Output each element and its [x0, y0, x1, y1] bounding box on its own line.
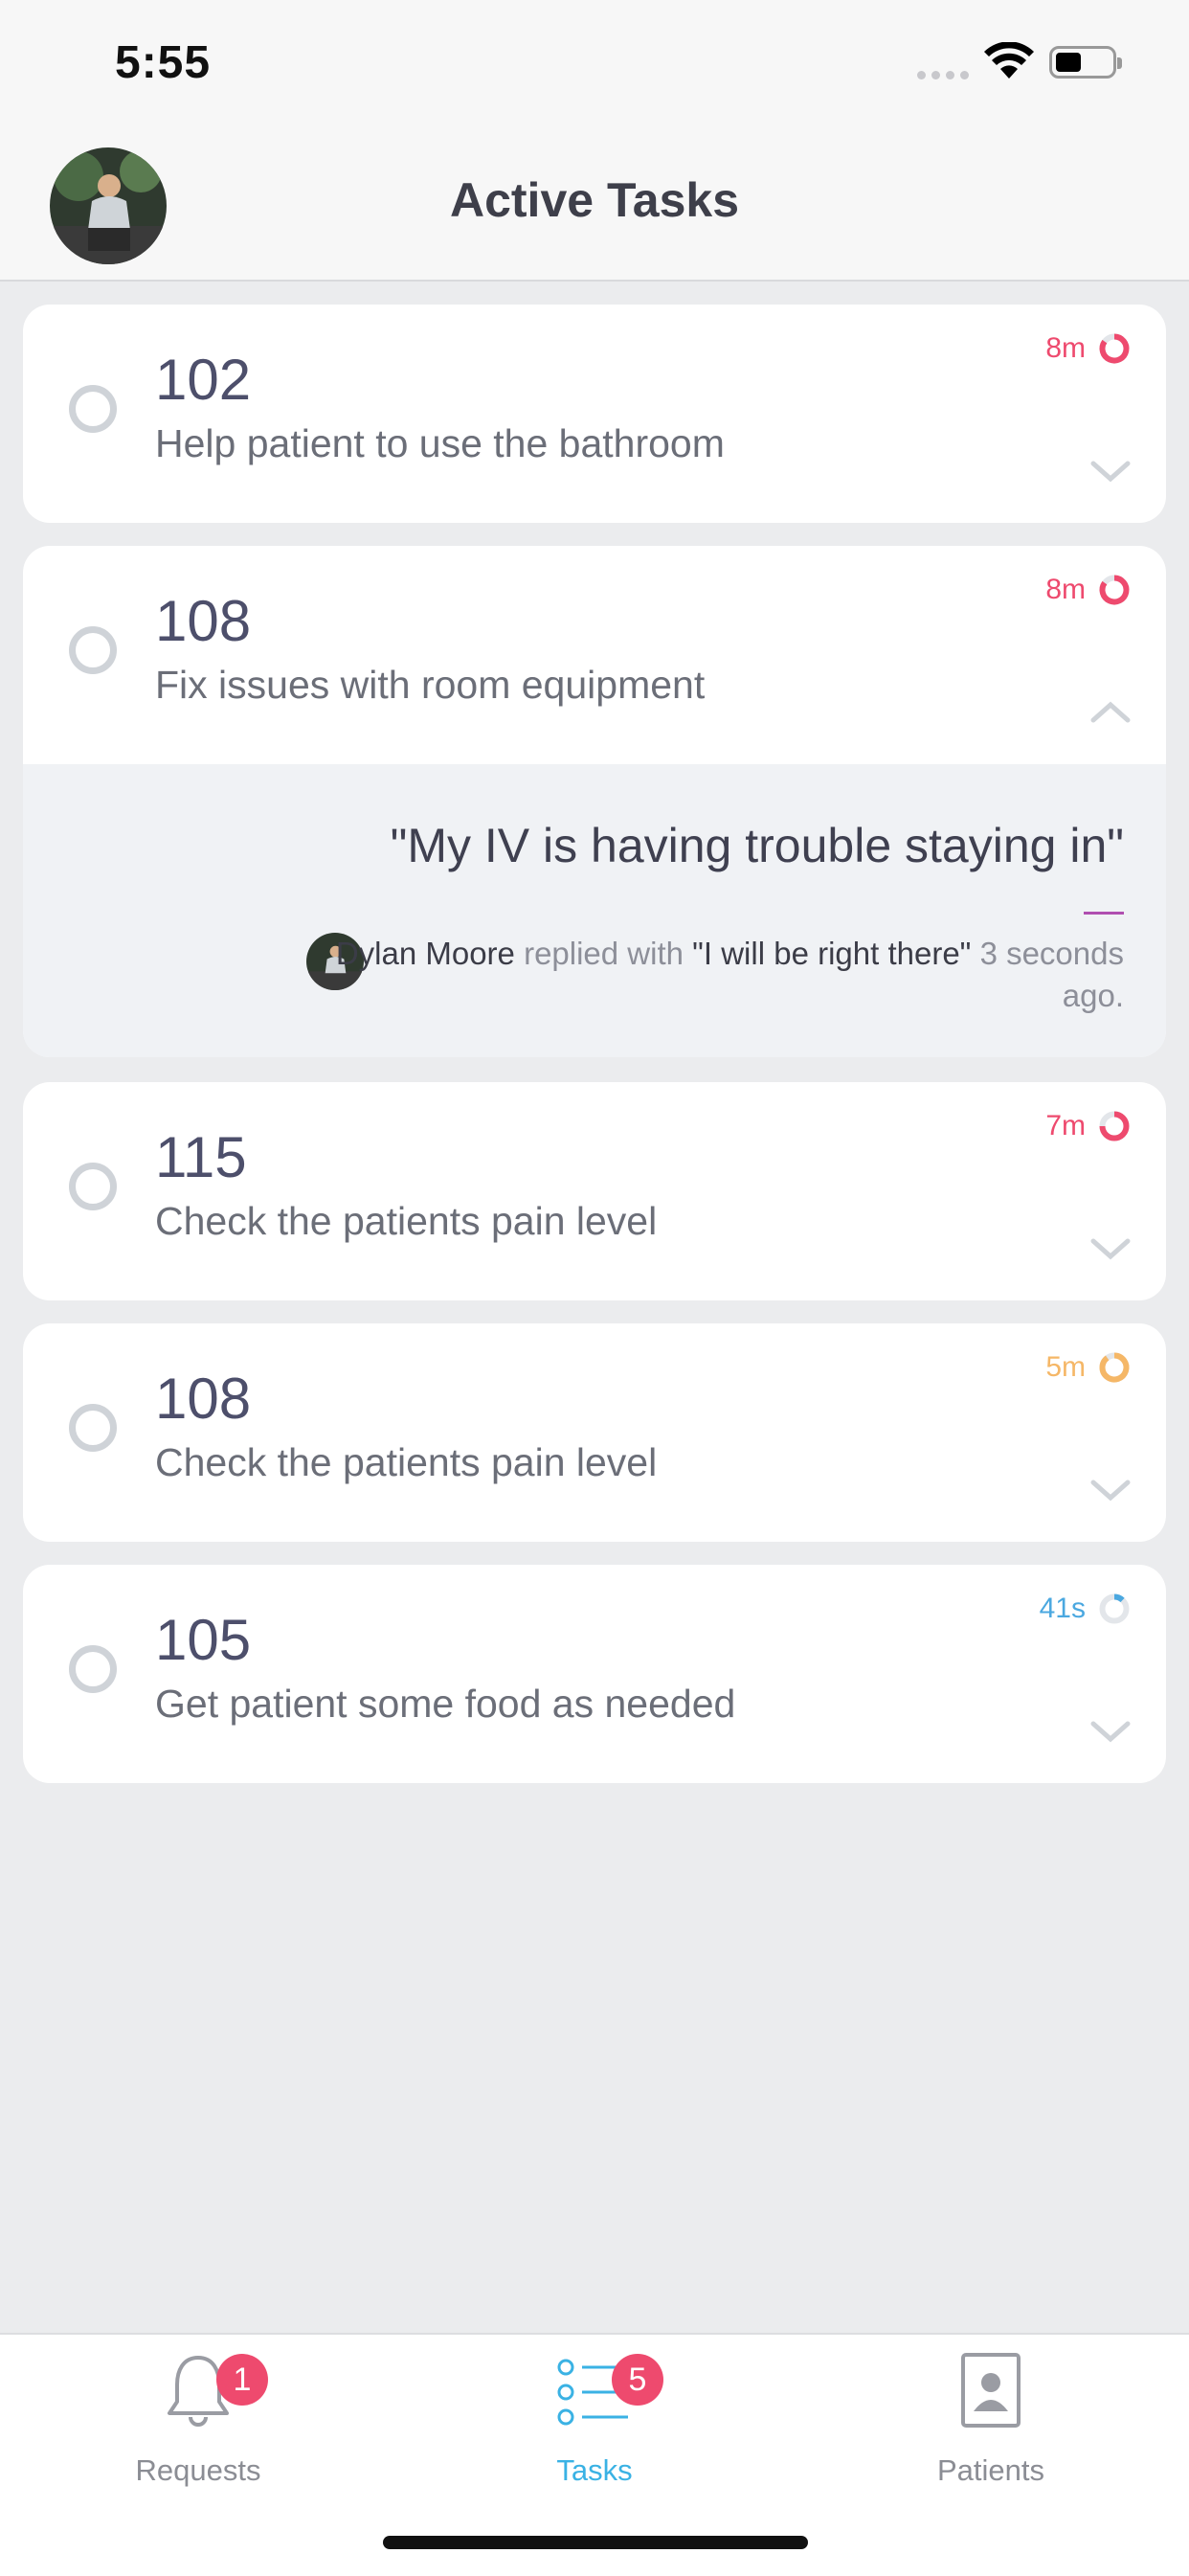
- patient-card-icon: [961, 2353, 1021, 2428]
- reply-message: Dylan Moore replied with "I will be righ…: [301, 933, 1124, 1017]
- tab-patients[interactable]: Patients: [793, 2335, 1189, 2517]
- task-timer: 8m: [1045, 573, 1132, 607]
- timer-text: 41s: [1039, 1593, 1086, 1624]
- complete-checkbox[interactable]: [69, 1404, 117, 1452]
- task-timer: 5m: [1045, 1350, 1132, 1385]
- complete-checkbox[interactable]: [69, 385, 117, 433]
- task-timer: 41s: [1040, 1592, 1132, 1626]
- reply-author: Dylan Moore: [335, 936, 515, 971]
- timer-ring-icon: [1099, 1111, 1130, 1141]
- notification-badge: 1: [216, 2354, 268, 2406]
- complete-checkbox[interactable]: [69, 1645, 117, 1693]
- task-description: Check the patients pain level: [155, 1440, 658, 1484]
- complete-checkbox[interactable]: [69, 1163, 117, 1210]
- tab-requests[interactable]: 1 Requests: [0, 2335, 396, 2517]
- divider: [1084, 912, 1124, 915]
- task-row[interactable]: 105 Get patient some food as needed 41s: [23, 1565, 1166, 1783]
- task-description: Fix issues with room equipment: [155, 663, 706, 707]
- tab-label: Patients: [936, 2453, 1044, 2487]
- complete-checkbox[interactable]: [69, 626, 117, 674]
- wifi-icon: [984, 42, 1034, 79]
- chevron-down-icon[interactable]: [1089, 1477, 1132, 1503]
- task-card[interactable]: 115 Check the patients pain level 7m: [23, 1082, 1166, 1300]
- task-timer: 7m: [1045, 1109, 1132, 1143]
- timer-ring-icon: [1099, 575, 1130, 605]
- tab-label: Tasks: [556, 2453, 633, 2487]
- task-row[interactable]: 115 Check the patients pain level 7m: [23, 1082, 1166, 1300]
- room-number: 108: [155, 589, 252, 653]
- room-number: 102: [155, 348, 252, 412]
- timer-progress-arc: [1113, 1593, 1125, 1603]
- reply-text: "I will be right there": [692, 936, 972, 971]
- task-row[interactable]: 102 Help patient to use the bathroom 8m: [23, 305, 1166, 523]
- room-number: 105: [155, 1608, 252, 1672]
- page-title: Active Tasks: [449, 173, 740, 227]
- status-time: 5:55: [115, 37, 212, 88]
- cellular-signal-icon: [917, 71, 969, 79]
- notification-badge: 5: [612, 2354, 663, 2406]
- home-indicator: [383, 2536, 808, 2549]
- battery-icon: [1049, 46, 1122, 79]
- timer-text: 8m: [1045, 574, 1086, 605]
- chevron-down-icon[interactable]: [1089, 1235, 1132, 1262]
- timer-ring-icon: [1099, 1593, 1130, 1624]
- room-number: 115: [155, 1125, 247, 1189]
- patient-request-quote: "My IV is having trouble staying in": [390, 819, 1124, 872]
- task-description: Get patient some food as needed: [155, 1682, 736, 1726]
- task-row[interactable]: 108 Fix issues with room equipment 8m: [23, 546, 1166, 764]
- task-card[interactable]: 102 Help patient to use the bathroom 8m: [23, 305, 1166, 523]
- timer-ring-icon: [1099, 1352, 1130, 1383]
- timer-text: 8m: [1045, 332, 1086, 364]
- timer-text: 5m: [1045, 1351, 1086, 1383]
- task-detail-panel: "My IV is having trouble staying in" Dyl…: [23, 764, 1166, 1057]
- chevron-down-icon[interactable]: [1089, 1718, 1132, 1745]
- task-card-expanded[interactable]: 108 Fix issues with room equipment 8m "M…: [23, 546, 1166, 1057]
- task-description: Help patient to use the bathroom: [155, 421, 725, 465]
- tab-tasks[interactable]: 5 Tasks: [396, 2335, 793, 2517]
- app-header: Active Tasks: [0, 134, 1189, 282]
- task-timer: 8m: [1045, 331, 1132, 366]
- chevron-down-icon[interactable]: [1089, 458, 1132, 485]
- task-row[interactable]: 108 Check the patients pain level 5m: [23, 1323, 1166, 1542]
- chevron-up-icon[interactable]: [1089, 699, 1132, 726]
- task-card[interactable]: 105 Get patient some food as needed 41s: [23, 1565, 1166, 1783]
- task-description: Check the patients pain level: [155, 1199, 658, 1243]
- status-bar: 5:55: [0, 0, 1189, 134]
- timer-text: 7m: [1045, 1110, 1086, 1141]
- timer-ring-icon: [1099, 333, 1130, 364]
- tab-label: Requests: [135, 2453, 261, 2487]
- task-card[interactable]: 108 Check the patients pain level 5m: [23, 1323, 1166, 1542]
- timer-progress-arc: [1099, 1352, 1130, 1383]
- room-number: 108: [155, 1367, 252, 1431]
- reply-time: 3 seconds ago.: [979, 936, 1124, 1013]
- reply-verb: replied with: [524, 936, 684, 971]
